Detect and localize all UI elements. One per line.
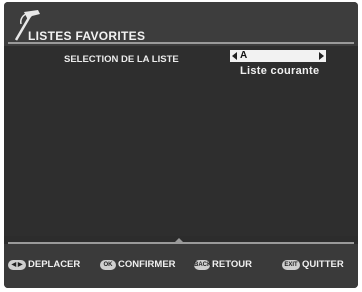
footer-label-exit: QUITTER xyxy=(302,259,344,270)
footer-item-move[interactable]: ◀ ▶ DEPLACER xyxy=(8,259,80,270)
footer-item-back[interactable]: BACK RETOUR xyxy=(194,259,252,270)
list-selector-value: A xyxy=(240,50,248,61)
arrow-left-icon[interactable] xyxy=(232,52,237,60)
footer-item-confirm[interactable]: OK CONFIRMER xyxy=(100,259,176,270)
back-key-icon: BACK xyxy=(194,259,212,270)
list-selector[interactable]: A xyxy=(230,50,326,62)
footer-bar: ◀ ▶ DEPLACER OK CONFIRMER BACK RETOUR EX… xyxy=(4,244,358,288)
header-bar: LISTES FAVORITES xyxy=(4,2,358,46)
footer-label-back: RETOUR xyxy=(212,259,252,270)
exit-key-icon: EXIT xyxy=(282,259,300,270)
footer-label-move: DEPLACER xyxy=(28,259,81,270)
ok-key-icon: OK xyxy=(100,259,116,270)
page-title: LISTES FAVORITES xyxy=(28,29,146,43)
current-list-caption: Liste courante xyxy=(240,65,320,77)
tv-menu-screen: LISTES FAVORITES SELECTION DE LA LISTE A… xyxy=(4,2,358,288)
header-divider xyxy=(8,42,354,44)
arrow-right-icon[interactable] xyxy=(319,52,324,60)
footer-item-exit[interactable]: EXIT QUITTER xyxy=(282,259,344,270)
left-right-key-icon: ◀ ▶ xyxy=(8,259,26,270)
footer-label-confirm: CONFIRMER xyxy=(118,259,176,270)
list-selection-label: SELECTION DE LA LISTE xyxy=(64,54,179,65)
